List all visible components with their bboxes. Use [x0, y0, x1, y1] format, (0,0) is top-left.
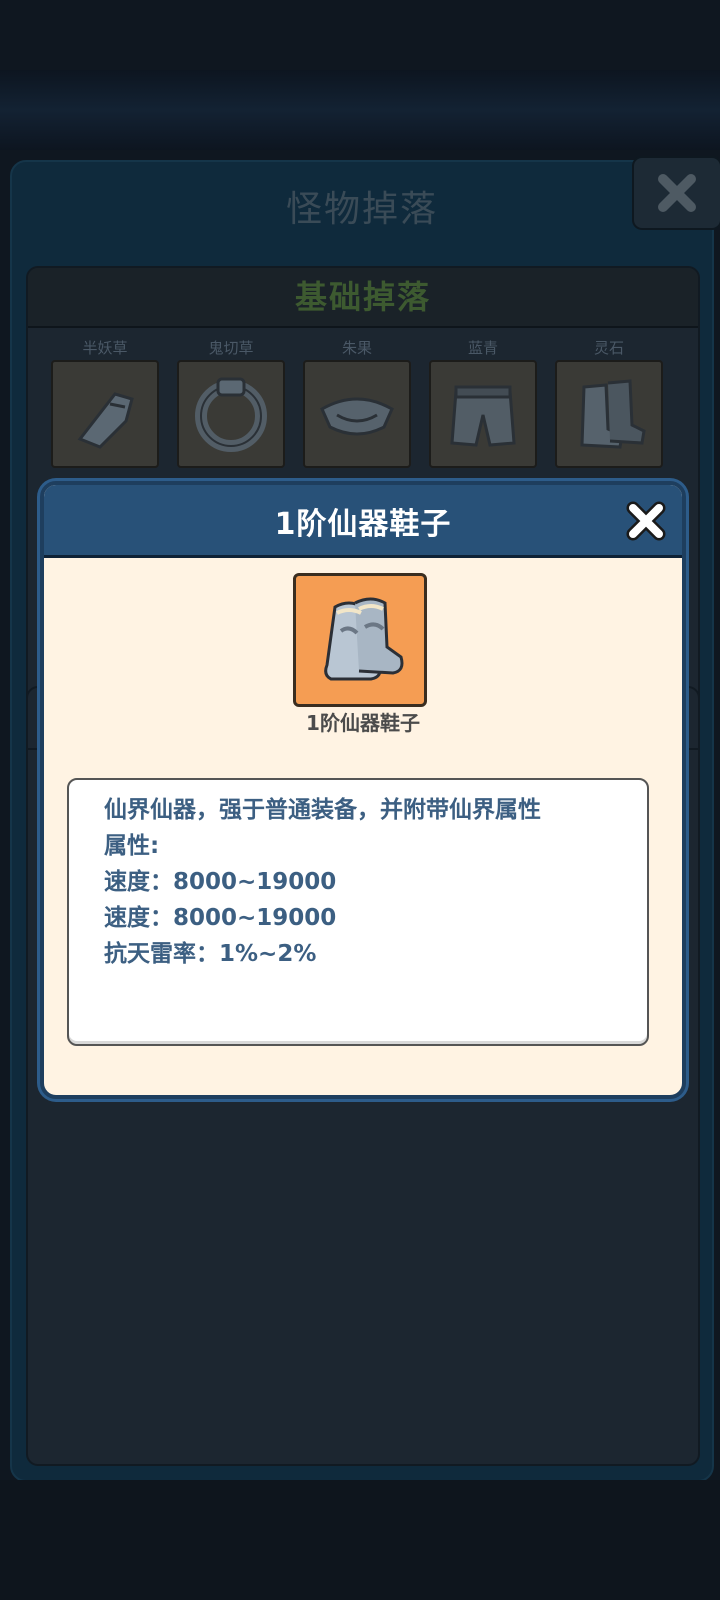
drop-item[interactable]: 灵石 [554, 336, 664, 468]
drop-item-label: 鬼切草 [208, 339, 254, 357]
description-line: 属性: [104, 833, 160, 859]
drop-item-slot[interactable] [51, 360, 159, 468]
item-name-label: 1阶仙器鞋子 [306, 711, 420, 735]
drop-item[interactable]: 朱果 [302, 336, 412, 468]
item-detail-dialog: 1阶仙器鞋子 1阶仙器鞋子 仙界仙器，强于普通装备，并附带仙界属性 属性: 速度… [40, 481, 686, 1099]
drop-item-slot[interactable] [303, 360, 411, 468]
close-icon [658, 174, 696, 212]
section-title: 基础掉落 [28, 268, 698, 328]
boots-icon [580, 379, 646, 449]
panel-title: 怪物掉落 [285, 189, 438, 230]
bracer-icon [77, 392, 134, 449]
ring-icon [195, 377, 267, 452]
pants-icon [450, 385, 516, 447]
background-banner [0, 70, 720, 150]
description-line: 抗天雷率：1%~2% [104, 941, 317, 967]
drop-item[interactable]: 蓝青 [428, 336, 538, 468]
boots-icon [324, 597, 404, 681]
drop-item-label: 蓝青 [467, 339, 498, 357]
drop-item-label: 灵石 [593, 339, 624, 357]
dialog-header: 1阶仙器鞋子 [44, 485, 682, 558]
collar-icon [320, 397, 394, 436]
drop-item[interactable]: 鬼切草 [176, 336, 286, 468]
close-icon [626, 501, 666, 541]
panel-close-button[interactable] [632, 156, 720, 230]
drop-item-slot[interactable] [429, 360, 537, 468]
drop-item-label: 朱果 [341, 339, 372, 357]
item-icon-slot [293, 573, 427, 707]
description-line: 速度：8000~19000 [104, 905, 337, 931]
dialog-title: 1阶仙器鞋子 [274, 507, 452, 542]
drop-item[interactable]: 半妖草 [50, 336, 160, 468]
dialog-close-button[interactable] [624, 499, 668, 543]
drop-item-slot[interactable] [555, 360, 663, 468]
item-description-box: 仙界仙器，强于普通装备，并附带仙界属性 属性: 速度：8000~19000 速度… [67, 778, 649, 1046]
bottom-area [0, 1480, 720, 1600]
drop-item-label: 半妖草 [82, 339, 128, 357]
description-line: 仙界仙器，强于普通装备，并附带仙界属性 [104, 797, 541, 823]
description-line: 速度：8000~19000 [104, 869, 337, 895]
drop-item-slot[interactable] [177, 360, 285, 468]
